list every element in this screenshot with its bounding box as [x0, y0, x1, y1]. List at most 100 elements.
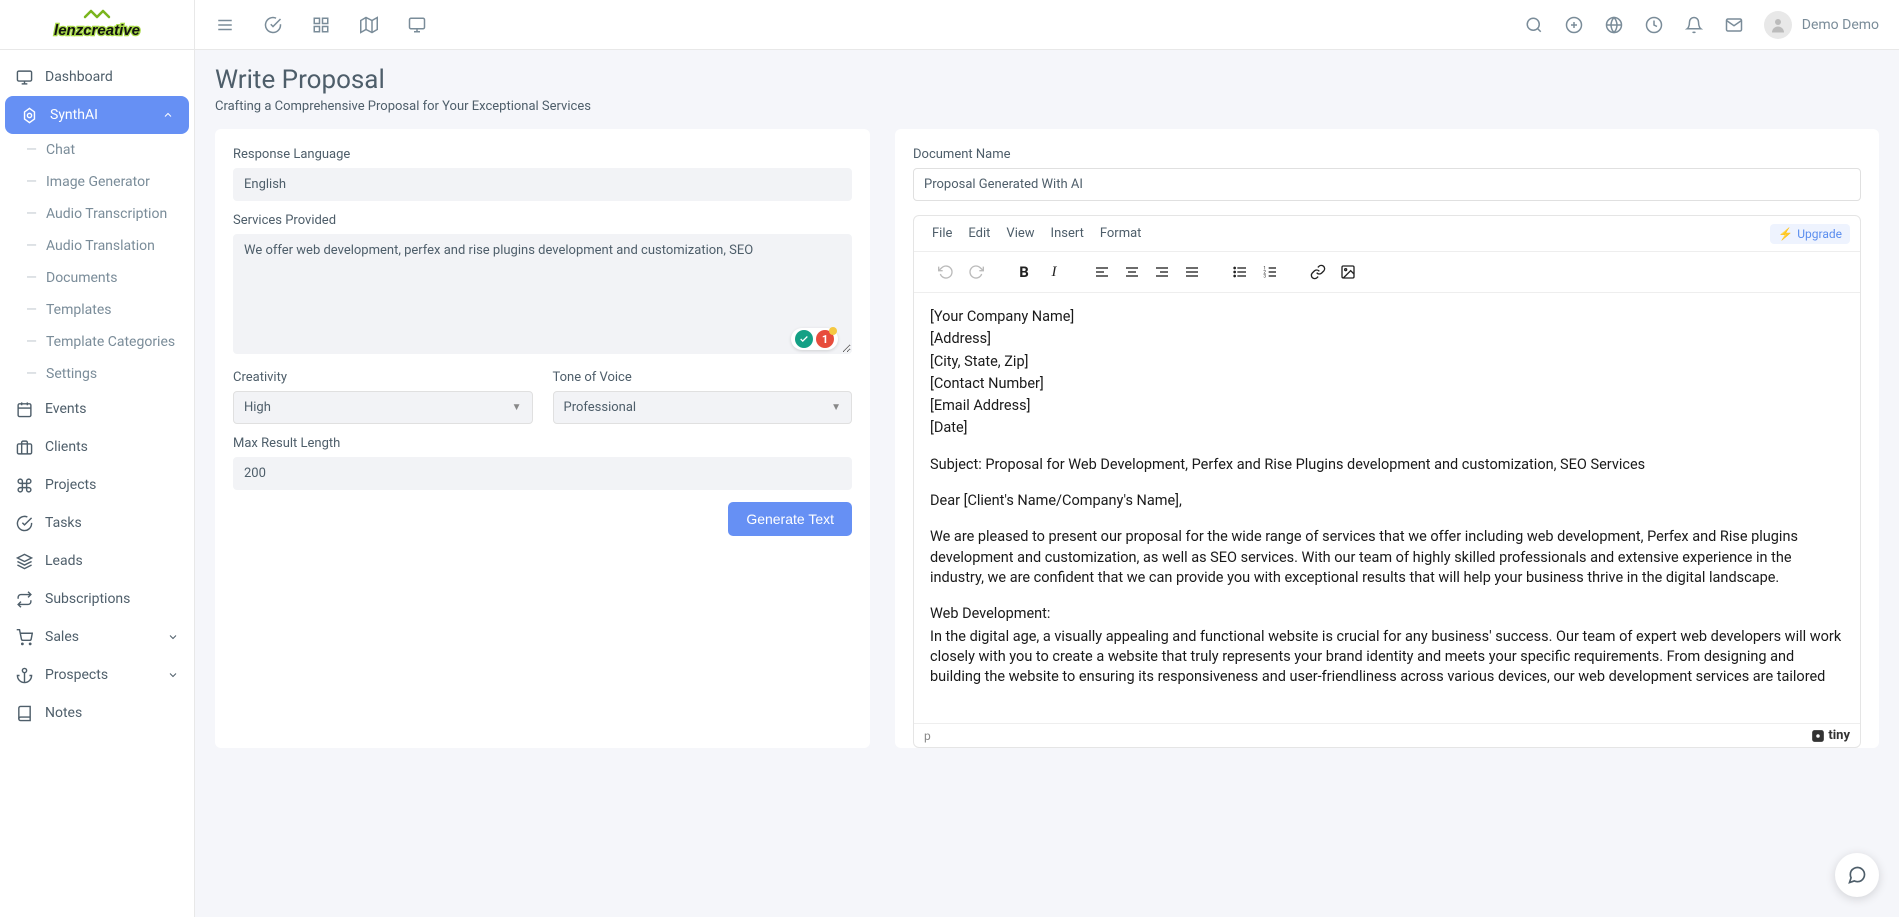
page-subtitle: Crafting a Comprehensive Proposal for Yo… [215, 99, 1879, 114]
chevron-up-icon [162, 109, 174, 121]
sidebar-subitem-settings[interactable]: —Settings [0, 358, 194, 390]
creativity-label: Creativity [233, 370, 533, 385]
sidebar-subitem-audio-translation[interactable]: —Audio Translation [0, 230, 194, 262]
user-menu[interactable]: Demo Demo [1764, 11, 1879, 39]
globe-button[interactable] [1604, 15, 1624, 35]
form-panel: Response Language Services Provided We o… [215, 129, 870, 748]
sidebar-item-clients[interactable]: Clients [0, 428, 194, 466]
redo-button[interactable] [962, 258, 990, 286]
chevron-down-icon [167, 669, 179, 681]
services-provided-textarea[interactable]: We offer web development, perfex and ris… [233, 234, 852, 354]
chat-widget-button[interactable] [1835, 853, 1879, 897]
response-language-label: Response Language [233, 147, 852, 162]
sidebar-item-label: Prospects [45, 667, 108, 683]
undo-button[interactable] [932, 258, 960, 286]
italic-button[interactable]: I [1040, 258, 1068, 286]
sidebar-item-leads[interactable]: Leads [0, 542, 194, 580]
document-name-input[interactable] [913, 168, 1861, 201]
sidebar-item-dashboard[interactable]: Dashboard [0, 58, 194, 96]
logo[interactable]: lenzcreative [0, 0, 194, 50]
tiny-logo[interactable]: tiny [1811, 728, 1850, 743]
sidebar-item-projects[interactable]: Projects [0, 466, 194, 504]
sidebar-item-label: Projects [45, 477, 96, 493]
image-button[interactable] [1334, 258, 1362, 286]
sidebar: lenzcreative Dashboard SynthAI —Chat —Im [0, 0, 195, 917]
editor-line: [Your Company Name] [930, 307, 1844, 327]
menu-file[interactable]: File [924, 222, 960, 245]
grammar-badges[interactable]: 1 [791, 328, 838, 350]
sidebar-subitem-label: Template Categories [46, 334, 175, 350]
bolt-icon: ⚡ [1778, 227, 1793, 241]
editor-menubar: File Edit View Insert Format ⚡ Upgrade [914, 216, 1860, 252]
sidebar-subitem-label: Templates [46, 302, 112, 318]
editor: File Edit View Insert Format ⚡ Upgrade [913, 215, 1861, 748]
ai-icon [20, 106, 38, 124]
bullet-list-button[interactable] [1226, 258, 1254, 286]
sidebar-item-events[interactable]: Events [0, 390, 194, 428]
creativity-value: High [244, 400, 271, 415]
sidebar-item-synthai[interactable]: SynthAI [5, 96, 189, 134]
topbar: Demo Demo [195, 0, 1899, 50]
menu-edit[interactable]: Edit [960, 222, 998, 245]
monitor-button[interactable] [407, 15, 427, 35]
align-right-button[interactable] [1148, 258, 1176, 286]
caret-down-icon: ▼ [831, 402, 841, 413]
sidebar-item-prospects[interactable]: Prospects [0, 656, 194, 694]
number-list-button[interactable]: 123 [1256, 258, 1284, 286]
response-language-input[interactable] [233, 168, 852, 201]
generate-button[interactable]: Generate Text [728, 502, 852, 536]
editor-path[interactable]: p [924, 729, 931, 743]
sidebar-subitem-audio-transcription[interactable]: —Audio Transcription [0, 198, 194, 230]
book-icon [15, 704, 33, 722]
upgrade-button[interactable]: ⚡ Upgrade [1770, 224, 1850, 244]
sidebar-subitem-label: Audio Translation [46, 238, 155, 254]
menu-format[interactable]: Format [1092, 222, 1150, 245]
align-center-button[interactable] [1118, 258, 1146, 286]
map-button[interactable] [359, 15, 379, 35]
menu-insert[interactable]: Insert [1043, 222, 1092, 245]
sidebar-subitem-label: Audio Transcription [46, 206, 167, 222]
sidebar-item-subscriptions[interactable]: Subscriptions [0, 580, 194, 618]
bell-button[interactable] [1684, 15, 1704, 35]
editor-line: [Email Address] [930, 396, 1844, 416]
command-icon [15, 476, 33, 494]
bold-button[interactable]: B [1010, 258, 1038, 286]
layers-icon [15, 552, 33, 570]
menu-toggle-button[interactable] [215, 15, 235, 35]
add-button[interactable] [1564, 15, 1584, 35]
menu-view[interactable]: View [998, 222, 1042, 245]
sidebar-item-label: Dashboard [45, 69, 113, 85]
sidebar-subitem-chat[interactable]: —Chat [0, 134, 194, 166]
document-panel: Document Name File Edit View Insert Form… [895, 129, 1879, 748]
sidebar-item-tasks[interactable]: Tasks [0, 504, 194, 542]
sidebar-subitem-templates[interactable]: —Templates [0, 294, 194, 326]
sidebar-subitem-documents[interactable]: —Documents [0, 262, 194, 294]
editor-paragraph: We are pleased to present our proposal f… [930, 527, 1844, 588]
grid-button[interactable] [311, 15, 331, 35]
sidebar-subitem-label: Image Generator [46, 174, 150, 190]
clock-button[interactable] [1644, 15, 1664, 35]
link-button[interactable] [1304, 258, 1332, 286]
monitor-icon [15, 68, 33, 86]
calendar-icon [15, 400, 33, 418]
sidebar-item-sales[interactable]: Sales [0, 618, 194, 656]
editor-paragraph: In the digital age, a visually appealing… [930, 627, 1844, 688]
sidebar-item-label: Notes [45, 705, 82, 721]
tone-select[interactable]: Professional ▼ [553, 391, 853, 424]
caret-down-icon: ▼ [512, 402, 522, 413]
page-title: Write Proposal [215, 65, 1879, 95]
sidebar-subitem-label: Documents [46, 270, 117, 286]
max-length-input[interactable] [233, 457, 852, 490]
sidebar-subitem-template-categories[interactable]: —Template Categories [0, 326, 194, 358]
mail-button[interactable] [1724, 15, 1744, 35]
check-circle-button[interactable] [263, 15, 283, 35]
creativity-select[interactable]: High ▼ [233, 391, 533, 424]
sidebar-item-notes[interactable]: Notes [0, 694, 194, 732]
sidebar-subitem-image-generator[interactable]: —Image Generator [0, 166, 194, 198]
chevron-down-icon [167, 631, 179, 643]
align-left-button[interactable] [1088, 258, 1116, 286]
editor-line: [Contact Number] [930, 374, 1844, 394]
align-justify-button[interactable] [1178, 258, 1206, 286]
search-button[interactable] [1524, 15, 1544, 35]
editor-body[interactable]: [Your Company Name] [Address] [City, Sta… [914, 293, 1860, 723]
